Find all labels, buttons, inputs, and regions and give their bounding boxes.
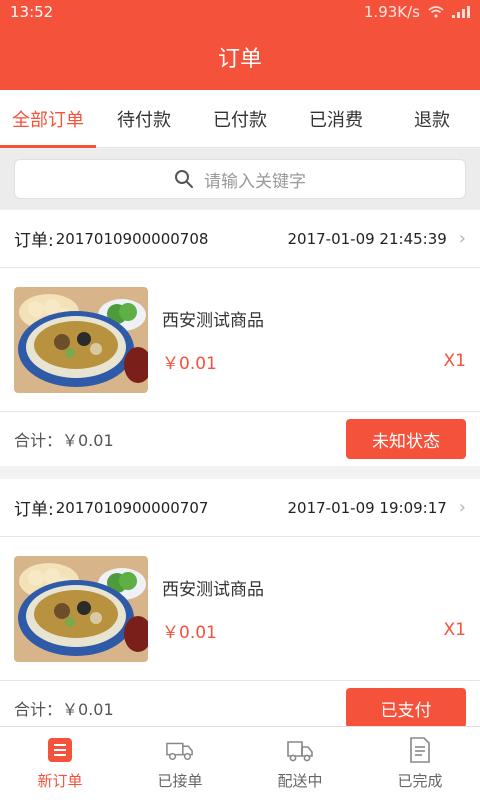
- order-footer: 合计：￥0.01 未知状态: [0, 412, 480, 466]
- nav-label: 已接单: [157, 772, 203, 790]
- search-placeholder: 请输入关键字: [204, 171, 306, 192]
- nav-label: 新订单: [37, 772, 83, 790]
- order-card: 订单: 2017010900000707 2017-01-09 19:09:17…: [0, 479, 480, 735]
- product-info: 西安测试商品 ￥0.01 X1: [162, 556, 466, 662]
- product-info: 西安测试商品 ￥0.01 X1: [162, 287, 466, 393]
- nav-completed[interactable]: 已完成: [360, 727, 480, 800]
- price-row: ￥0.01 X1: [162, 349, 466, 374]
- order-item[interactable]: 西安测试商品 ￥0.01 X1: [0, 268, 480, 412]
- document-icon: [406, 736, 434, 764]
- product-price: ￥0.01: [162, 622, 217, 643]
- order-time: 2017-01-09 19:09:17: [287, 498, 447, 517]
- title-bar: 订单: [0, 24, 480, 90]
- delivery-van-icon: [286, 736, 314, 764]
- tab-pending-payment[interactable]: 待付款: [96, 90, 192, 147]
- product-quantity: X1: [443, 351, 466, 371]
- network-speed: 1.93K/s: [363, 3, 420, 21]
- signal-icon: [452, 6, 470, 18]
- order-time: 2017-01-09 21:45:39: [287, 229, 447, 248]
- order-item[interactable]: 西安测试商品 ￥0.01 X1: [0, 537, 480, 681]
- search-area: 请输入关键字: [0, 149, 480, 209]
- page-title: 订单: [217, 47, 262, 72]
- order-number: 2017010900000708: [55, 229, 209, 248]
- price-row: ￥0.01 X1: [162, 618, 466, 643]
- order-status-button[interactable]: 未知状态: [346, 419, 466, 459]
- order-tabs: 全部订单 待付款 已付款 已消费 退款: [0, 90, 480, 148]
- order-header[interactable]: 订单: 2017010900000708 2017-01-09 21:45:39…: [0, 210, 480, 268]
- tab-consumed[interactable]: 已消费: [288, 90, 384, 147]
- product-quantity: X1: [443, 620, 466, 640]
- product-name: 西安测试商品: [162, 579, 264, 600]
- nav-label: 已完成: [397, 772, 443, 790]
- status-time: 13:52: [10, 3, 54, 21]
- order-total: 合计：￥0.01: [14, 700, 114, 719]
- order-card: 订单: 2017010900000708 2017-01-09 21:45:39…: [0, 210, 480, 466]
- status-right: 1.93K/s: [364, 3, 470, 21]
- chevron-right-icon: ›: [458, 497, 466, 518]
- tab-refund[interactable]: 退款: [384, 90, 480, 147]
- product-name: 西安测试商品: [162, 310, 264, 331]
- product-image: [14, 555, 148, 662]
- nav-delivering[interactable]: 配送中: [240, 727, 360, 800]
- order-status-button[interactable]: 已支付: [346, 688, 466, 728]
- product-image: [14, 286, 148, 393]
- tab-all-orders[interactable]: 全部订单: [0, 90, 96, 148]
- order-label: 订单:: [14, 231, 54, 251]
- bottom-navigation: 新订单 已接单 配送中 已完成: [0, 726, 480, 800]
- order-total: 合计：￥0.01: [14, 431, 114, 450]
- search-icon: [175, 170, 193, 188]
- order-number: 2017010900000707: [55, 498, 209, 517]
- tab-paid[interactable]: 已付款: [192, 90, 288, 147]
- order-label: 订单:: [14, 500, 54, 520]
- status-bar: 13:52 1.93K/s: [0, 0, 480, 24]
- truck-icon: [166, 736, 194, 764]
- nav-new-orders[interactable]: 新订单: [0, 727, 120, 800]
- wifi-icon: [428, 6, 444, 18]
- product-price: ￥0.01: [162, 353, 217, 374]
- list-icon: [46, 736, 74, 764]
- chevron-right-icon: ›: [458, 228, 466, 249]
- nav-label: 配送中: [277, 772, 323, 790]
- search-input[interactable]: 请输入关键字: [14, 159, 466, 199]
- order-header[interactable]: 订单: 2017010900000707 2017-01-09 19:09:17…: [0, 479, 480, 537]
- nav-accepted[interactable]: 已接单: [120, 727, 240, 800]
